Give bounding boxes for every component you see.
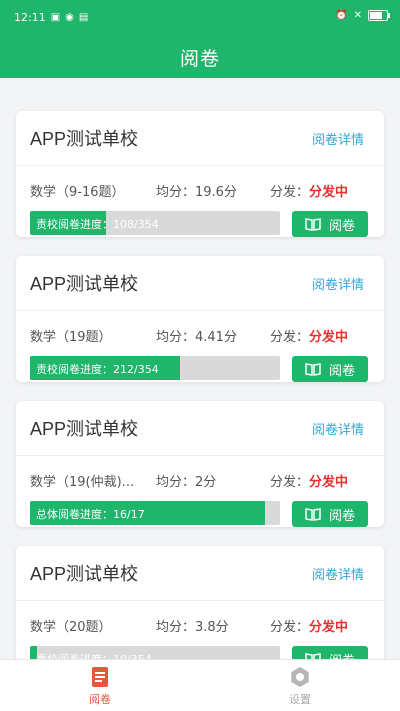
- progress-text: 责校阅卷进度：108/354: [36, 218, 159, 231]
- exam-detail-link[interactable]: 阅卷详情: [312, 419, 364, 438]
- exam-detail-link[interactable]: 阅卷详情: [312, 274, 364, 293]
- exam-card: APP测试单校 阅卷详情 数学（19题） 均分：4.41分 分发：分发中 责校阅…: [16, 256, 384, 382]
- sim-icon: ▤: [78, 11, 89, 23]
- document-icon: [92, 667, 108, 687]
- book-icon: [305, 362, 321, 376]
- card-divider: [16, 310, 384, 311]
- card-divider: [16, 600, 384, 601]
- mark-exam-label: 阅卷: [329, 650, 355, 660]
- status-bar: 12:11 ▣ ◉ ▤ ⏰ ✕: [0, 0, 400, 32]
- tab-settings[interactable]: 设置: [200, 660, 400, 711]
- marking-progress-bar: 责校阅卷进度：108/354: [30, 211, 280, 235]
- mark-exam-label: 阅卷: [328, 508, 355, 524]
- card-average-score: 均分：19.6分: [156, 185, 237, 200]
- card-distribution: 分发：分发中: [270, 471, 348, 490]
- tab-marking[interactable]: 阅卷: [0, 660, 200, 711]
- signal-icon: ✕: [353, 9, 362, 21]
- card-distribution: 分发：分发中: [270, 326, 348, 345]
- battery-icon: [368, 10, 390, 21]
- notification-icon: ▣: [50, 11, 61, 23]
- distribution-label: 分发：: [270, 620, 310, 635]
- gear-icon: [291, 667, 309, 687]
- exam-card: APP测试单校 阅卷详情 数学（20题） 均分：3.8分 分发：分发中 责校阅卷…: [16, 546, 384, 659]
- distribution-status: 分发中: [309, 330, 349, 345]
- card-subject: 数学（19题）: [30, 330, 112, 345]
- book-icon: [305, 217, 321, 231]
- card-distribution: 分发：分发中: [270, 616, 348, 635]
- card-school-name: APP测试单校: [30, 564, 139, 584]
- marking-progress-bar: 责校阅卷进度：10/354: [30, 646, 280, 659]
- distribution-label: 分发：: [270, 185, 310, 200]
- mark-exam-label: 阅卷: [328, 218, 355, 234]
- mark-exam-button[interactable]: 阅卷: [292, 646, 368, 659]
- card-subject: 数学（20题）: [30, 620, 112, 635]
- card-divider: [16, 455, 384, 456]
- mark-exam-button[interactable]: 阅卷: [292, 211, 368, 237]
- exam-card: APP测试单校 阅卷详情 数学（19(仲裁)... 均分：2分 分发：分发中 总…: [16, 401, 384, 527]
- status-time: 12:11: [14, 11, 46, 24]
- book-icon: [305, 507, 321, 521]
- marking-progress-bar: 责校阅卷进度：212/354: [30, 356, 280, 380]
- app-header: 12:11 ▣ ◉ ▤ ⏰ ✕ 阅卷: [0, 0, 400, 78]
- exam-detail-link[interactable]: 阅卷详情: [312, 129, 364, 148]
- distribution-label: 分发：: [270, 475, 310, 490]
- card-divider: [16, 165, 384, 166]
- exam-detail-link[interactable]: 阅卷详情: [312, 564, 364, 583]
- marking-progress-bar: 总体阅卷进度：16/17: [30, 501, 280, 525]
- mark-exam-button[interactable]: 阅卷: [292, 356, 368, 382]
- exam-card: APP测试单校 阅卷详情 数学（9-16题） 均分：19.6分 分发：分发中 责…: [16, 111, 384, 237]
- progress-text: 责校阅卷进度：212/354: [36, 363, 159, 376]
- distribution-label: 分发：: [270, 330, 310, 345]
- card-school-name: APP测试单校: [30, 274, 139, 294]
- distribution-status: 分发中: [309, 185, 349, 200]
- bottom-tab-bar: 阅卷 设置: [0, 659, 400, 711]
- card-average-score: 均分：4.41分: [156, 330, 237, 345]
- tab-marking-label: 阅卷: [89, 693, 111, 706]
- distribution-status: 分发中: [309, 620, 349, 635]
- card-school-name: APP测试单校: [30, 129, 139, 149]
- exam-list[interactable]: APP测试单校 阅卷详情 数学（9-16题） 均分：19.6分 分发：分发中 责…: [0, 96, 400, 659]
- card-subject: 数学（9-16题）: [30, 185, 125, 200]
- card-subject: 数学（19(仲裁)...: [30, 475, 135, 490]
- progress-text: 总体阅卷进度：16/17: [36, 508, 145, 521]
- mark-exam-label: 阅卷: [328, 363, 355, 379]
- card-average-score: 均分：3.8分: [156, 620, 229, 635]
- card-average-score: 均分：2分: [156, 475, 217, 490]
- wifi-icon: ◉: [65, 11, 74, 23]
- mark-exam-button[interactable]: 阅卷: [292, 501, 368, 527]
- progress-text: 责校阅卷进度：10/354: [36, 651, 152, 659]
- tab-settings-label: 设置: [289, 693, 311, 706]
- card-distribution: 分发：分发中: [270, 181, 348, 200]
- alarm-icon: ⏰: [335, 9, 348, 21]
- card-school-name: APP测试单校: [30, 419, 139, 439]
- page-title: 阅卷: [179, 48, 220, 70]
- distribution-status: 分发中: [309, 475, 349, 490]
